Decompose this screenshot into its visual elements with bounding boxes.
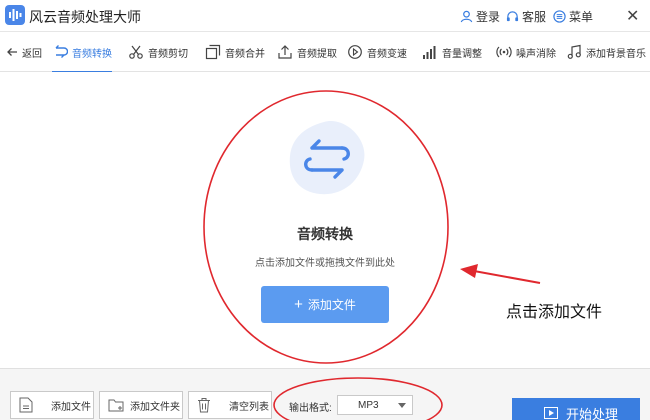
folder-icon (108, 399, 124, 412)
volume-bars-icon (423, 46, 436, 59)
tab-label: 音频提取 (297, 48, 337, 60)
tab-audio-convert[interactable]: 音频转换 (52, 32, 112, 73)
annotation-callout: 点击添加文件 (506, 304, 603, 321)
app-title: 风云音频处理大师 (29, 9, 141, 25)
trash-icon (198, 398, 210, 413)
tab-label: 音频剪切 (148, 48, 188, 60)
music-note-icon (567, 44, 581, 59)
tab-label: 噪声消除 (516, 48, 556, 60)
tab-label: 音频变速 (367, 48, 407, 60)
file-drop-area[interactable] (0, 72, 650, 368)
tab-noise-removal[interactable]: 噪声消除 (496, 32, 556, 72)
close-button[interactable]: ✕ (626, 6, 639, 26)
user-icon (460, 10, 473, 23)
menu-button[interactable]: 菜单 (553, 8, 593, 25)
add-file-button[interactable]: + 添加文件 (261, 286, 389, 323)
speed-icon (348, 45, 362, 59)
title-bar: 风云音频处理大师 登录 客服 菜单 ✕ (0, 0, 650, 32)
noise-wave-icon (496, 46, 512, 58)
add-folder-button[interactable]: 添加文件夹 (99, 391, 183, 419)
login-button[interactable]: 登录 (460, 8, 500, 25)
tab-audio-extract[interactable]: 音频提取 (277, 32, 337, 72)
start-processing-label: 开始处理 (566, 406, 619, 420)
tab-label: 音频转换 (72, 48, 112, 60)
tab-volume-adjust[interactable]: 音量调整 (422, 32, 482, 72)
add-file-label: 添加文件 (307, 298, 356, 312)
back-label: 返回 (22, 48, 42, 60)
tab-audio-speed[interactable]: 音频变速 (347, 32, 407, 72)
tab-label: 添加背景音乐 (586, 48, 646, 60)
merge-icon (205, 44, 221, 60)
start-processing-button[interactable]: 开始处理 (512, 398, 640, 420)
chevron-down-icon (398, 403, 406, 408)
login-label: 登录 (476, 10, 501, 24)
customer-service-button[interactable]: 客服 (506, 8, 546, 25)
file-icon (19, 397, 33, 413)
function-toolbar: 返回 音频转换 音频剪切 音频合并 音频提取 音频变速 音量调整 噪声消除 添加… (0, 32, 650, 73)
bottom-add-file-label: 添加文件 (51, 401, 91, 413)
output-format-value: MP3 (358, 399, 379, 411)
add-folder-label: 添加文件夹 (130, 401, 180, 413)
headset-icon (506, 11, 519, 22)
bottom-add-file-button[interactable]: 添加文件 (10, 391, 94, 419)
menu-label: 菜单 (569, 10, 594, 24)
scissors-icon (129, 45, 143, 59)
tab-label: 音量调整 (442, 48, 482, 60)
audio-convert-illustration-icon (289, 120, 365, 195)
upload-icon (278, 45, 292, 59)
play-icon (544, 407, 558, 419)
service-label: 客服 (522, 10, 547, 24)
plus-icon: + (294, 296, 303, 313)
drop-hint: 点击添加文件或拖拽文件到此处 (255, 258, 395, 269)
output-format-select[interactable]: MP3 (337, 395, 413, 415)
back-button[interactable]: 返回 (6, 32, 42, 72)
tab-audio-cut[interactable]: 音频剪切 (128, 32, 188, 72)
main-title: 音频转换 (297, 226, 353, 242)
menu-icon (553, 10, 566, 23)
clear-list-label: 清空列表 (229, 401, 269, 413)
app-logo-icon (5, 5, 25, 25)
tab-add-background-music[interactable]: 添加背景音乐 (566, 32, 646, 72)
clear-list-button[interactable]: 清空列表 (188, 391, 272, 419)
convert-icon (55, 45, 68, 58)
output-format-label: 输出格式: (289, 403, 332, 414)
tab-audio-merge[interactable]: 音频合并 (205, 32, 265, 72)
tab-label: 音频合并 (225, 48, 265, 60)
arrow-left-icon (7, 48, 17, 56)
